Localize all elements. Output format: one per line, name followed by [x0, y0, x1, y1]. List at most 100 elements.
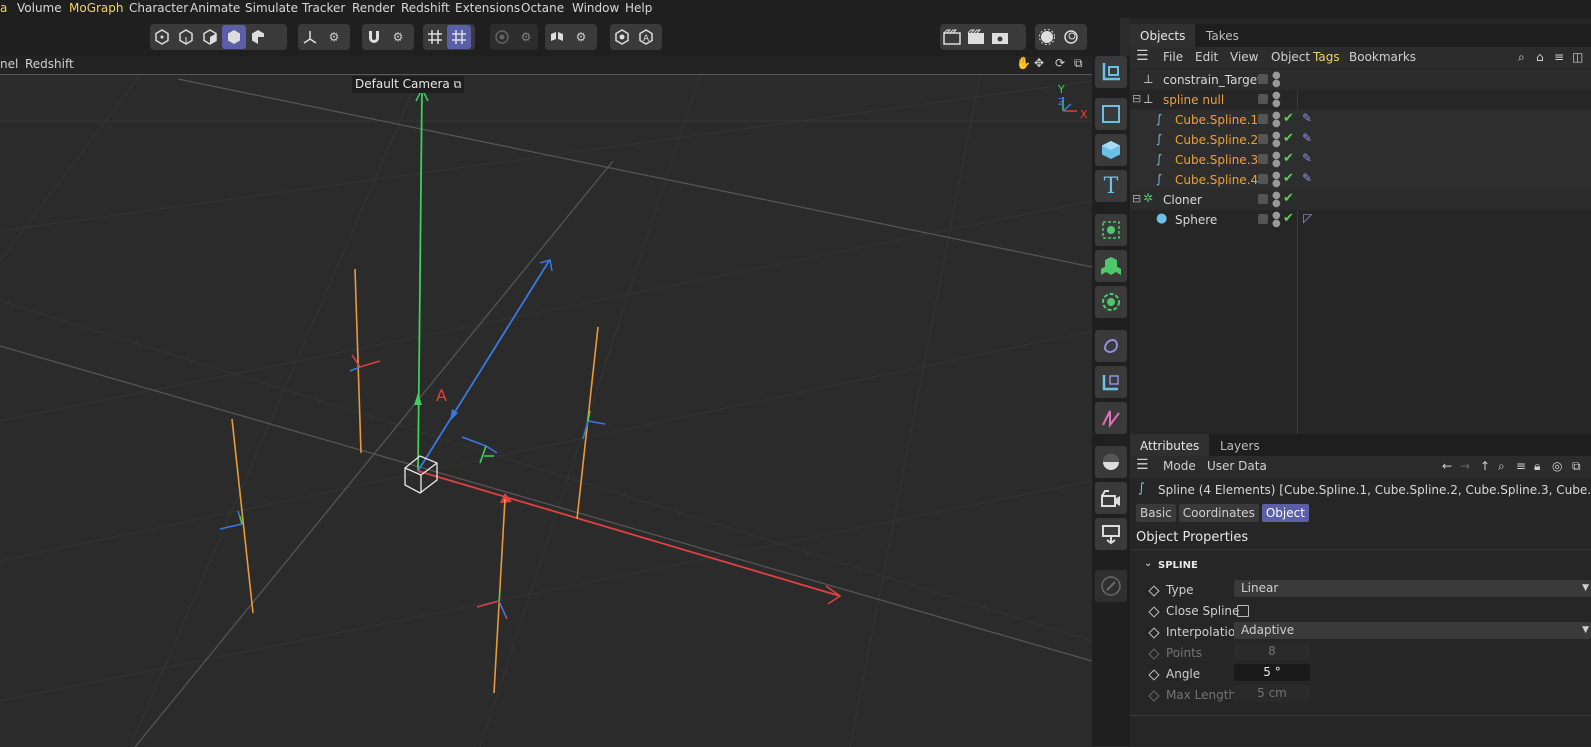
constraint-tag-icon[interactable]: ✎ — [1302, 151, 1312, 165]
filter-icon[interactable]: ≡ — [1516, 459, 1526, 473]
font-a-icon[interactable]: A — [634, 25, 658, 49]
objects-menu-tags[interactable]: Tags — [1313, 50, 1340, 64]
up-arrow-icon[interactable]: ↑ — [1480, 459, 1490, 473]
tab-layers[interactable]: Layers — [1210, 434, 1270, 458]
palette-deformer-icon[interactable] — [1095, 330, 1127, 362]
tab-attributes[interactable]: Attributes — [1130, 434, 1210, 458]
menu-character[interactable]: Character — [129, 1, 188, 15]
viewport-menu-panel[interactable]: nel — [0, 57, 18, 71]
menu-animate[interactable]: Animate — [190, 1, 240, 15]
chevron-down-icon[interactable]: ⌄ — [1144, 558, 1152, 569]
palette-null-icon[interactable] — [1095, 98, 1127, 130]
visibility-dots-icon[interactable]: ● ● — [1272, 131, 1281, 149]
grid-icon[interactable] — [423, 25, 447, 49]
palette-light-icon[interactable] — [1095, 518, 1127, 550]
menu-redshift[interactable]: Redshift — [401, 1, 450, 15]
objects-menu-edit[interactable]: Edit — [1195, 50, 1218, 64]
viewport-menu-redshift[interactable]: Redshift — [25, 57, 74, 71]
edit-toggle-icon[interactable] — [1258, 154, 1268, 164]
palette-spline-icon[interactable] — [1095, 402, 1127, 434]
tree-row[interactable]: ⊟ ⊥ spline null ● ● — [1130, 90, 1591, 110]
magnet-icon[interactable] — [362, 25, 386, 49]
edges-mode-icon[interactable] — [174, 25, 198, 49]
menu-volume[interactable]: Volume — [17, 1, 62, 15]
render-picture-viewer-icon[interactable] — [964, 25, 988, 49]
points-mode-icon[interactable] — [150, 25, 174, 49]
palette-camera-icon[interactable] — [1095, 482, 1127, 514]
camera-label[interactable]: Default Camera ⧉ — [352, 76, 465, 93]
keyframe-icon[interactable] — [1148, 606, 1160, 618]
edit-toggle-icon[interactable] — [1258, 114, 1268, 124]
palette-environment-icon[interactable] — [1095, 446, 1127, 478]
tree-row[interactable]: ⊥ constrain_Target ● ● — [1130, 70, 1591, 90]
maximize-icon[interactable]: ⧉ — [1074, 56, 1083, 71]
type-select[interactable]: Linear ▼ — [1234, 580, 1591, 597]
panel-options-icon[interactable]: ◫ — [1572, 50, 1583, 64]
edit-toggle-icon[interactable] — [1258, 74, 1268, 84]
axis-icon[interactable] — [298, 25, 322, 49]
workplane-icon[interactable] — [610, 25, 634, 49]
search-icon[interactable]: ⌕ — [1518, 50, 1525, 65]
edit-toggle-icon[interactable] — [1258, 174, 1268, 184]
uv-mode-icon[interactable] — [246, 25, 270, 49]
subtab-coordinates[interactable]: Coordinates — [1178, 504, 1259, 522]
menu-simulate[interactable]: Simulate — [245, 1, 298, 15]
polygons-mode-icon[interactable] — [198, 25, 222, 49]
gear-icon[interactable]: ⚙ — [322, 25, 346, 49]
enabled-check-icon[interactable]: ✔ — [1283, 131, 1294, 146]
palette-cube-icon[interactable] — [1095, 134, 1127, 166]
objects-menu-object[interactable]: Object — [1271, 50, 1310, 64]
new-panel-icon[interactable]: ⧉ — [1572, 459, 1581, 474]
enabled-check-icon[interactable]: ✔ — [1283, 211, 1294, 226]
collapse-icon[interactable]: ⊟ — [1132, 192, 1141, 205]
objects-menu-view[interactable]: View — [1230, 50, 1258, 64]
objects-menu-file[interactable]: File — [1163, 50, 1183, 64]
menu-extensions[interactable]: Extensions — [455, 1, 520, 15]
tree-row[interactable]: ∫ Cube.Spline.3 ● ● ✔ ✎ — [1130, 150, 1591, 170]
tree-row[interactable]: ∫ Cube.Spline.4 ● ● ✔ ✎ — [1130, 170, 1591, 190]
hamburger-icon[interactable]: ☰ — [1136, 457, 1149, 473]
palette-effector-icon[interactable] — [1095, 286, 1127, 318]
target-icon[interactable]: ◎ — [1552, 459, 1562, 473]
back-arrow-icon[interactable]: ← — [1442, 459, 1452, 473]
visibility-dots-icon[interactable]: ● ● — [1272, 211, 1281, 229]
interpolation-select[interactable]: Adaptive ▼ — [1234, 622, 1591, 639]
visibility-dots-icon[interactable]: ● ● — [1272, 191, 1281, 209]
subtab-basic[interactable]: Basic — [1136, 504, 1176, 522]
close-spline-checkbox[interactable] — [1237, 605, 1249, 617]
constraint-tag-icon[interactable]: ✎ — [1302, 131, 1312, 145]
attributes-menu-userdata[interactable]: User Data — [1207, 459, 1267, 473]
keyframe-icon[interactable] — [1148, 585, 1160, 597]
subtab-object[interactable]: Object — [1261, 504, 1309, 522]
model-mode-icon[interactable] — [222, 25, 246, 49]
tree-row[interactable]: ● Sphere ● ● ✔ ◸ — [1130, 210, 1591, 230]
edit-toggle-icon[interactable] — [1258, 134, 1268, 144]
tree-row[interactable]: ∫ Cube.Spline.2 ● ● ✔ ✎ — [1130, 130, 1591, 150]
render-settings-icon[interactable] — [988, 25, 1012, 49]
tree-row[interactable]: ⊟ ✲ Cloner ● ● ✔ — [1130, 190, 1591, 210]
visibility-dots-icon[interactable]: ● ● — [1272, 111, 1281, 129]
3d-viewport[interactable]: A — [0, 74, 1092, 747]
enabled-check-icon[interactable]: ✔ — [1283, 151, 1294, 166]
gear-icon[interactable]: ⚙ — [514, 25, 538, 49]
symmetry-icon[interactable] — [545, 25, 569, 49]
redshift-render-icon[interactable] — [1035, 25, 1059, 49]
palette-pen-icon[interactable] — [1095, 570, 1127, 602]
palette-move-icon[interactable] — [1095, 56, 1127, 88]
grid-lock-icon[interactable] — [447, 25, 471, 49]
rotate-icon[interactable]: ⟳ — [1055, 56, 1065, 70]
search-icon[interactable]: ⌕ — [1498, 459, 1505, 474]
menu-window[interactable]: Window — [572, 1, 619, 15]
render-view-icon[interactable] — [940, 25, 964, 49]
redshift-ipr-icon[interactable] — [1059, 25, 1083, 49]
enabled-check-icon[interactable]: ✔ — [1283, 191, 1294, 206]
palette-text-icon[interactable]: T — [1095, 170, 1127, 202]
pan-icon[interactable]: ✋ — [1016, 56, 1031, 70]
angle-field[interactable]: 5 ° — [1234, 664, 1310, 681]
collapse-icon[interactable]: ⊟ — [1132, 92, 1141, 105]
palette-fracture-icon[interactable] — [1095, 250, 1127, 282]
edit-toggle-icon[interactable] — [1258, 194, 1268, 204]
gear-icon[interactable]: ⚙ — [386, 25, 410, 49]
menu-octane[interactable]: Octane — [521, 1, 564, 15]
attributes-menu-mode[interactable]: Mode — [1163, 459, 1196, 473]
